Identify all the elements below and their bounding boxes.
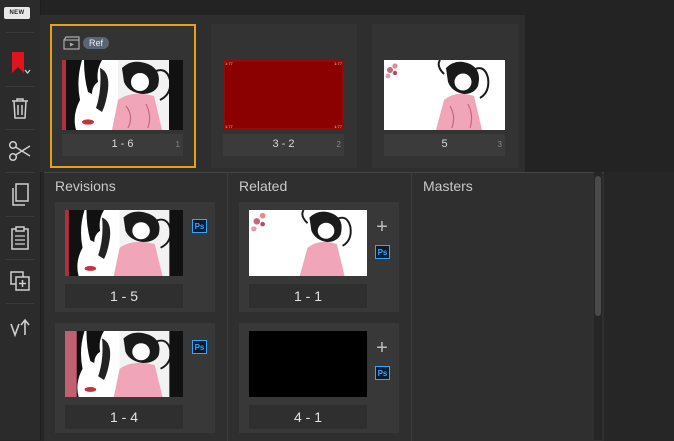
related-item-4-1[interactable]: + Ps 4 - 1 [239, 323, 399, 433]
red-thumb-marker: 1:77 [334, 61, 342, 66]
bookmark-button[interactable] [0, 44, 40, 82]
red-thumb-marker: 1:77 [225, 124, 233, 129]
related-label-bar: 1 - 1 [249, 284, 367, 308]
red-thumb-marker: 1:77 [225, 61, 233, 66]
shot-index: 3 [497, 140, 502, 149]
duplicate-icon [10, 271, 30, 291]
versions-panel: Revisions Ps 1 - 5 Ps 1 - 4 Related + Ps… [44, 172, 604, 441]
version-up-icon [10, 318, 30, 338]
masters-column: Masters [412, 173, 594, 441]
toolbar-divider [6, 129, 34, 130]
shot-index: 1 [175, 140, 180, 149]
scrollbar-thumb[interactable] [595, 176, 601, 316]
shot-thumbnail [384, 60, 505, 130]
revision-label-bar: 1 - 5 [65, 284, 183, 308]
related-thumbnail [249, 331, 367, 397]
delete-button[interactable] [0, 89, 40, 127]
revisions-column: Revisions Ps 1 - 5 Ps 1 - 4 [44, 173, 226, 441]
shot-thumbnail [62, 60, 183, 130]
revision-name: 1 - 5 [109, 288, 138, 304]
shot-name: 5 [441, 138, 448, 150]
photoshop-icon[interactable]: Ps [375, 245, 390, 259]
related-label-bar: 4 - 1 [249, 405, 367, 429]
revision-thumbnail [65, 331, 183, 397]
toolbar-divider [6, 303, 34, 304]
revision-thumbnail [65, 210, 183, 276]
related-name: 4 - 1 [293, 409, 322, 425]
revision-label-bar: 1 - 4 [65, 405, 183, 429]
copy-button[interactable] [0, 176, 40, 214]
new-badge: NEW [4, 7, 30, 19]
shot-thumbnail: 1:77 1:77 1:77 1:77 [223, 60, 344, 130]
photoshop-icon[interactable]: Ps [375, 366, 390, 380]
photoshop-icon[interactable]: Ps [192, 219, 207, 233]
toolbar-divider [6, 172, 34, 173]
add-icon[interactable]: + [375, 217, 389, 237]
paste-button[interactable] [0, 219, 40, 257]
duplicate-button[interactable] [0, 262, 40, 300]
red-thumb-marker: 1:77 [334, 124, 342, 129]
shot-card-1-6[interactable]: Ref 1 - 6 1 [50, 24, 196, 168]
scissors-icon [8, 140, 31, 162]
revision-item-1-5[interactable]: Ps 1 - 5 [55, 202, 215, 312]
photoshop-icon[interactable]: Ps [192, 340, 207, 354]
related-name: 1 - 1 [293, 288, 322, 304]
related-thumbnail [249, 210, 367, 276]
revision-name: 1 - 4 [109, 409, 138, 425]
shot-card-5[interactable]: 5 3 [372, 24, 518, 168]
trash-icon [12, 98, 28, 119]
toolbar-divider [6, 32, 34, 33]
panel-scrollbar[interactable] [594, 172, 602, 440]
right-empty-area [604, 172, 674, 440]
related-column: Related + Ps 1 - 1 + Ps 4 - 1 [228, 173, 410, 441]
masters-title: Masters [423, 178, 473, 194]
ref-badge: Ref [83, 37, 110, 49]
toolbar-divider [6, 86, 34, 87]
shot-index: 2 [336, 140, 341, 149]
cut-button[interactable] [0, 132, 40, 170]
related-title: Related [239, 178, 288, 194]
related-item-1-1[interactable]: + Ps 1 - 1 [239, 202, 399, 312]
shot-label-bar: 5 3 [384, 134, 505, 156]
add-icon[interactable]: + [375, 338, 389, 358]
shot-name: 1 - 6 [111, 138, 134, 150]
shot-label-bar: 1 - 6 1 [62, 134, 183, 156]
bookmark-icon [12, 52, 31, 75]
shot-card-3-2[interactable]: 1:77 1:77 1:77 1:77 3 - 2 2 [211, 24, 357, 168]
clipboard-icon [11, 226, 29, 250]
revisions-title: Revisions [55, 178, 116, 194]
shot-label-bar: 3 - 2 2 [223, 134, 344, 156]
shot-name: 3 - 2 [272, 138, 295, 150]
copy-icon [12, 183, 29, 206]
toolbar-divider [6, 216, 34, 217]
version-up-button[interactable] [0, 308, 40, 346]
toolbar-divider [6, 259, 34, 260]
clapperboard-icon [63, 36, 80, 50]
left-toolbar: NEW [0, 0, 41, 440]
revision-item-1-4[interactable]: Ps 1 - 4 [55, 323, 215, 433]
